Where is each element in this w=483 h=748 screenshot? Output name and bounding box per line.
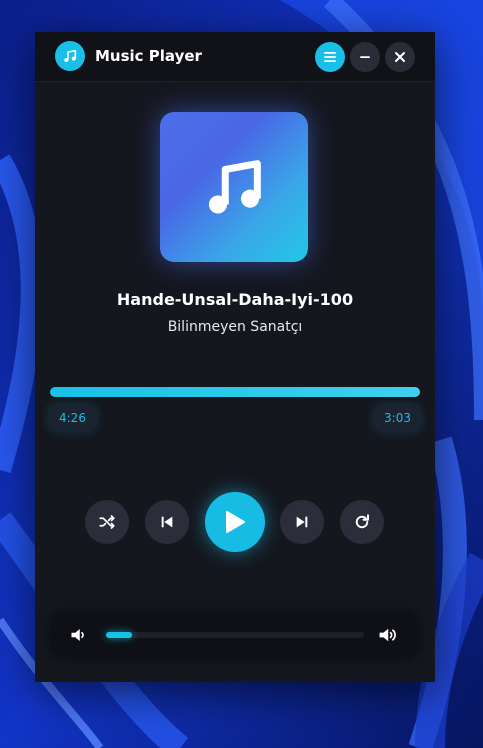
volume-slider[interactable] [106,632,364,638]
total-time: 3:03 [375,406,420,430]
volume-panel [51,612,419,658]
album-art [160,112,308,262]
volume-fill [106,632,132,638]
minimize-button[interactable] [350,42,380,72]
previous-icon [161,516,173,528]
music-player-window: Music Player Hande-Unsal-Daha-Iyi-100 Bi… [35,32,435,682]
previous-button[interactable] [145,500,189,544]
music-note-icon [208,160,261,214]
next-button[interactable] [280,500,324,544]
shuffle-button[interactable] [85,500,129,544]
title-bar[interactable]: Music Player [35,32,435,82]
menu-button[interactable] [315,42,345,72]
app-title: Music Player [95,47,202,65]
menu-icon [324,52,336,62]
app-music-note-icon [55,41,85,71]
play-button[interactable] [205,492,265,552]
next-icon [296,516,308,528]
play-icon [226,511,245,533]
progress-bar[interactable] [50,387,420,397]
shuffle-icon [99,515,115,529]
progress-fill [50,387,420,397]
close-icon [395,52,405,62]
repeat-button[interactable] [340,500,384,544]
track-artist: Bilinmeyen Sanatçı [167,319,303,335]
repeat-icon [355,514,369,529]
minimize-icon [360,56,370,58]
volume-low-icon[interactable] [69,625,89,645]
track-title: Hande-Unsal-Daha-Iyi-100 [116,290,354,309]
close-button[interactable] [385,42,415,72]
elapsed-time: 4:26 [50,406,95,430]
volume-high-icon[interactable] [377,625,401,645]
